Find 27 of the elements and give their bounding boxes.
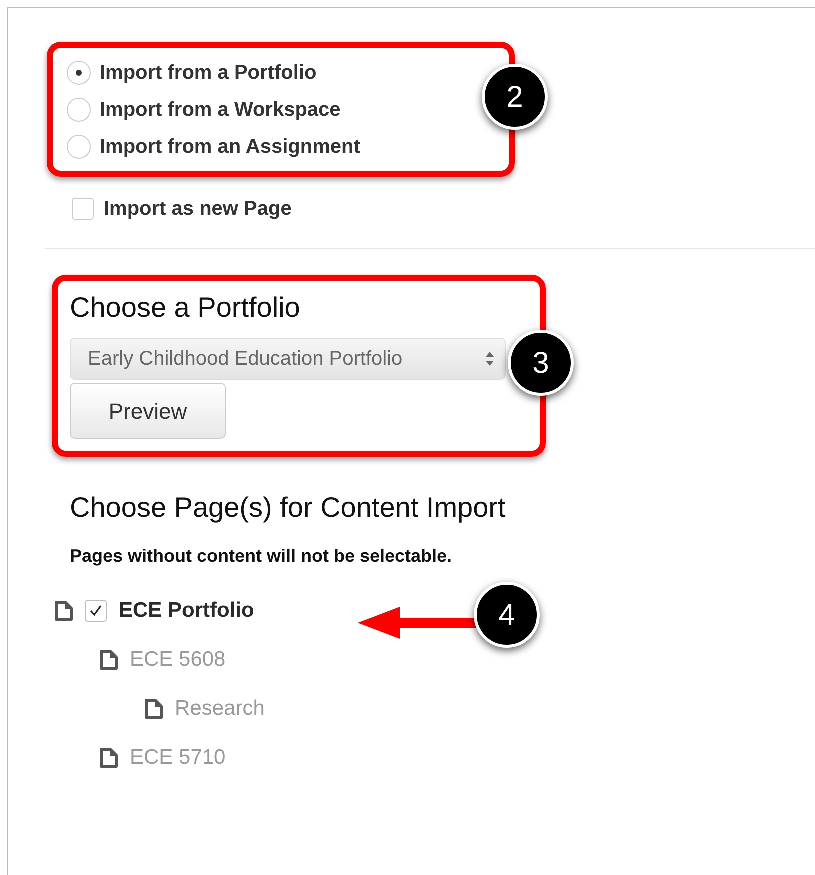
step-number-badge: 3	[508, 330, 574, 396]
radio-button[interactable]	[67, 60, 91, 84]
page-name: ECE 5608	[130, 646, 226, 673]
radio-label[interactable]: Import from an Assignment	[100, 132, 360, 162]
document-icon	[145, 698, 163, 718]
section-heading: Choose a Portfolio	[70, 291, 302, 325]
checkmark-icon	[89, 604, 103, 618]
checkbox-label[interactable]: Import as new Page	[104, 194, 292, 224]
stepper-arrows-icon	[485, 351, 495, 367]
preview-button[interactable]: Preview	[70, 383, 226, 439]
page-name[interactable]: ECE Portfolio	[119, 594, 254, 626]
help-text: Pages without content will not be selectable.	[70, 545, 454, 568]
radio-label[interactable]: Import from a Portfolio	[100, 58, 317, 88]
radio-button[interactable]	[67, 134, 91, 158]
document-icon	[100, 748, 118, 768]
portfolio-select[interactable]: Early Childhood Education Portfolio	[70, 338, 506, 380]
radio-button[interactable]	[67, 98, 91, 122]
step-number-badge: 4	[474, 582, 540, 648]
step-number-badge: 2	[482, 64, 548, 130]
page-name: Research	[175, 696, 265, 722]
checkbox[interactable]	[85, 600, 107, 622]
document-icon	[100, 650, 118, 670]
page-name: ECE 5710	[130, 744, 226, 771]
radio-label[interactable]: Import from a Workspace	[100, 94, 341, 124]
section-heading: Choose Page(s) for Content Import	[70, 491, 507, 525]
checkbox[interactable]	[72, 198, 94, 220]
document-icon	[55, 600, 73, 620]
